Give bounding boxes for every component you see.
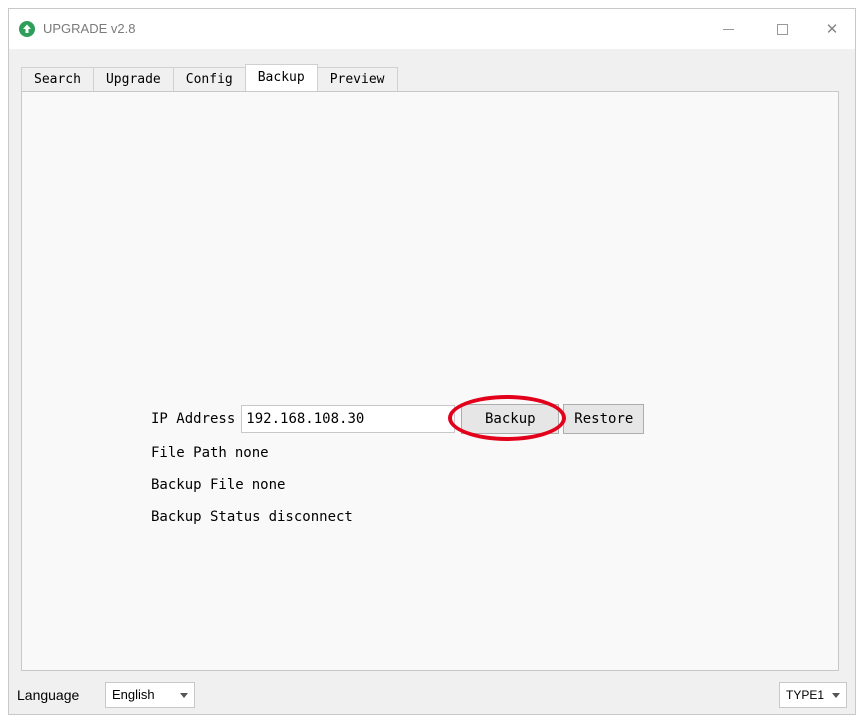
restore-button[interactable]: Restore (563, 404, 645, 434)
ip-row: IP Address 192.168.108.30 Backup Restore (151, 395, 645, 441)
language-label: Language (17, 687, 80, 703)
footer-bar: Language English TYPE1 (9, 679, 855, 709)
maximize-icon (776, 23, 788, 35)
backup-file-row: Backup File none (151, 477, 285, 493)
tab-backup[interactable]: Backup (244, 64, 318, 91)
file-path-row: File Path none (151, 445, 269, 461)
chevron-down-icon (180, 693, 188, 698)
backup-panel: IP Address 192.168.108.30 Backup Restore… (21, 91, 839, 671)
upgrade-arrow-icon (19, 21, 35, 37)
backup-status-row: Backup Status disconnect (151, 509, 353, 525)
chevron-down-icon (832, 693, 840, 698)
tab-bar: Search Upgrade Config Backup Preview (21, 64, 398, 91)
file-path-value: none (234, 445, 269, 461)
app-window: UPGRADE v2.8 ✕ Search Upgrade Config Bac… (8, 8, 856, 715)
language-select[interactable]: English (105, 682, 195, 708)
backup-status-label: Backup Status (151, 509, 261, 525)
close-icon: ✕ (825, 21, 839, 38)
backup-file-label: Backup File (151, 477, 244, 493)
tab-upgrade[interactable]: Upgrade (92, 67, 174, 91)
minimize-icon (722, 28, 734, 30)
close-button[interactable]: ✕ (809, 15, 855, 43)
type-selected-value: TYPE1 (786, 688, 825, 702)
ip-address-input[interactable]: 192.168.108.30 (241, 405, 456, 433)
backup-button[interactable]: Backup (448, 395, 567, 441)
window-title: UPGRADE v2.8 (43, 21, 136, 36)
tab-search[interactable]: Search (21, 67, 94, 91)
type-select[interactable]: TYPE1 (779, 682, 847, 708)
minimize-button[interactable] (705, 15, 751, 43)
backup-status-value: disconnect (268, 509, 353, 525)
backup-file-value: none (251, 477, 286, 493)
tab-preview[interactable]: Preview (316, 67, 398, 91)
title-bar: UPGRADE v2.8 ✕ (9, 9, 855, 49)
maximize-button[interactable] (759, 15, 805, 43)
backup-button-label: Backup (485, 411, 536, 427)
tab-config[interactable]: Config (172, 67, 246, 91)
file-path-label: File Path (151, 445, 227, 461)
ip-address-label: IP Address (151, 411, 236, 427)
language-selected-value: English (112, 687, 155, 702)
